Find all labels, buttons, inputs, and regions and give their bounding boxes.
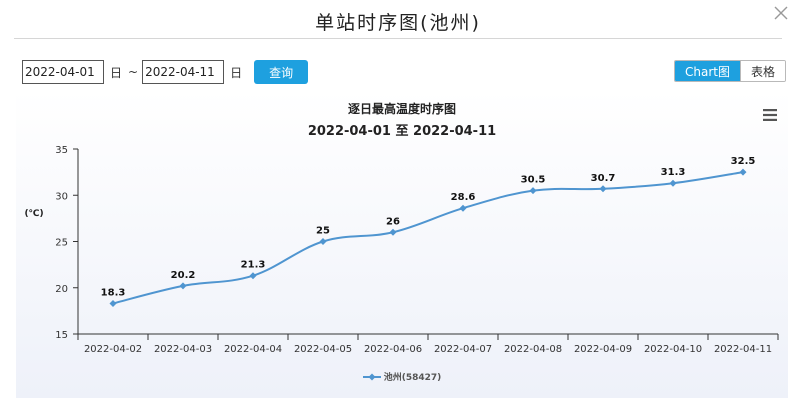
y-tick-label: 20 bbox=[55, 284, 68, 295]
close-icon[interactable] bbox=[772, 4, 790, 22]
data-label: 28.6 bbox=[451, 192, 476, 203]
x-tick-label: 2022-04-10 bbox=[644, 344, 702, 355]
data-label: 32.5 bbox=[731, 156, 756, 167]
y-tick-label: 15 bbox=[55, 330, 68, 341]
x-tick-label: 2022-04-08 bbox=[504, 344, 562, 355]
data-point bbox=[389, 228, 397, 236]
x-tick-label: 2022-04-06 bbox=[364, 344, 422, 355]
data-point bbox=[669, 179, 677, 187]
data-point bbox=[599, 185, 607, 193]
legend-series-marker-icon bbox=[362, 373, 381, 380]
data-point bbox=[179, 282, 187, 290]
data-label: 20.2 bbox=[171, 270, 196, 281]
y-axis-label: (℃) bbox=[24, 209, 43, 219]
x-tick-label: 2022-04-11 bbox=[714, 344, 772, 355]
y-tick-label: 35 bbox=[55, 145, 68, 156]
range-separator: ~ bbox=[128, 65, 139, 79]
date-range-toolbar: 日 ~ 日 查询 bbox=[22, 60, 309, 84]
query-button[interactable]: 查询 bbox=[254, 60, 309, 84]
dialog-title: 单站时序图(池州) bbox=[315, 12, 481, 34]
data-label: 18.3 bbox=[101, 287, 126, 298]
start-date-input[interactable] bbox=[22, 60, 104, 84]
y-tick-label: 30 bbox=[55, 191, 68, 202]
x-tick-label: 2022-04-09 bbox=[574, 344, 632, 355]
data-point bbox=[249, 272, 257, 280]
end-date-input[interactable] bbox=[142, 60, 225, 84]
data-label: 21.3 bbox=[241, 260, 266, 271]
data-point bbox=[459, 204, 467, 212]
data-point bbox=[529, 187, 537, 195]
x-tick-label: 2022-04-05 bbox=[294, 344, 352, 355]
series-line bbox=[112, 171, 744, 305]
legend-series-label: 池州(58427) bbox=[383, 373, 442, 383]
view-toggle: Chart图 表格 bbox=[674, 60, 786, 82]
data-point bbox=[319, 238, 327, 245]
y-tick-label: 25 bbox=[55, 238, 68, 249]
chart-panel: 逐日最高温度时序图 2022-04-01 至 2022-04-11 15 20 25… bbox=[16, 90, 788, 398]
x-tick-label: 2022-04-02 bbox=[84, 344, 142, 355]
chart-legend[interactable]: 池州(58427) bbox=[16, 370, 788, 383]
data-label: 25 bbox=[316, 226, 330, 237]
data-point bbox=[739, 168, 747, 176]
table-view-tab[interactable]: 表格 bbox=[739, 61, 785, 81]
end-day-label: 日 bbox=[230, 65, 243, 80]
data-point bbox=[109, 299, 117, 307]
data-label: 30.5 bbox=[521, 175, 546, 186]
title-divider bbox=[14, 38, 782, 39]
chart-view-tab[interactable]: Chart图 bbox=[675, 61, 740, 81]
data-label: 31.3 bbox=[661, 167, 686, 178]
start-day-label: 日 bbox=[110, 65, 123, 80]
x-tick-label: 2022-04-03 bbox=[154, 344, 212, 355]
data-label: 26 bbox=[386, 216, 400, 227]
x-tick-label: 2022-04-07 bbox=[434, 344, 492, 355]
temperature-line-chart: 15 20 25 30 35 (℃) 2022-04-02 2022-04-03 2022-04… bbox=[24, 145, 779, 355]
x-tick-label: 2022-04-04 bbox=[224, 344, 282, 355]
data-label: 30.7 bbox=[591, 173, 616, 184]
